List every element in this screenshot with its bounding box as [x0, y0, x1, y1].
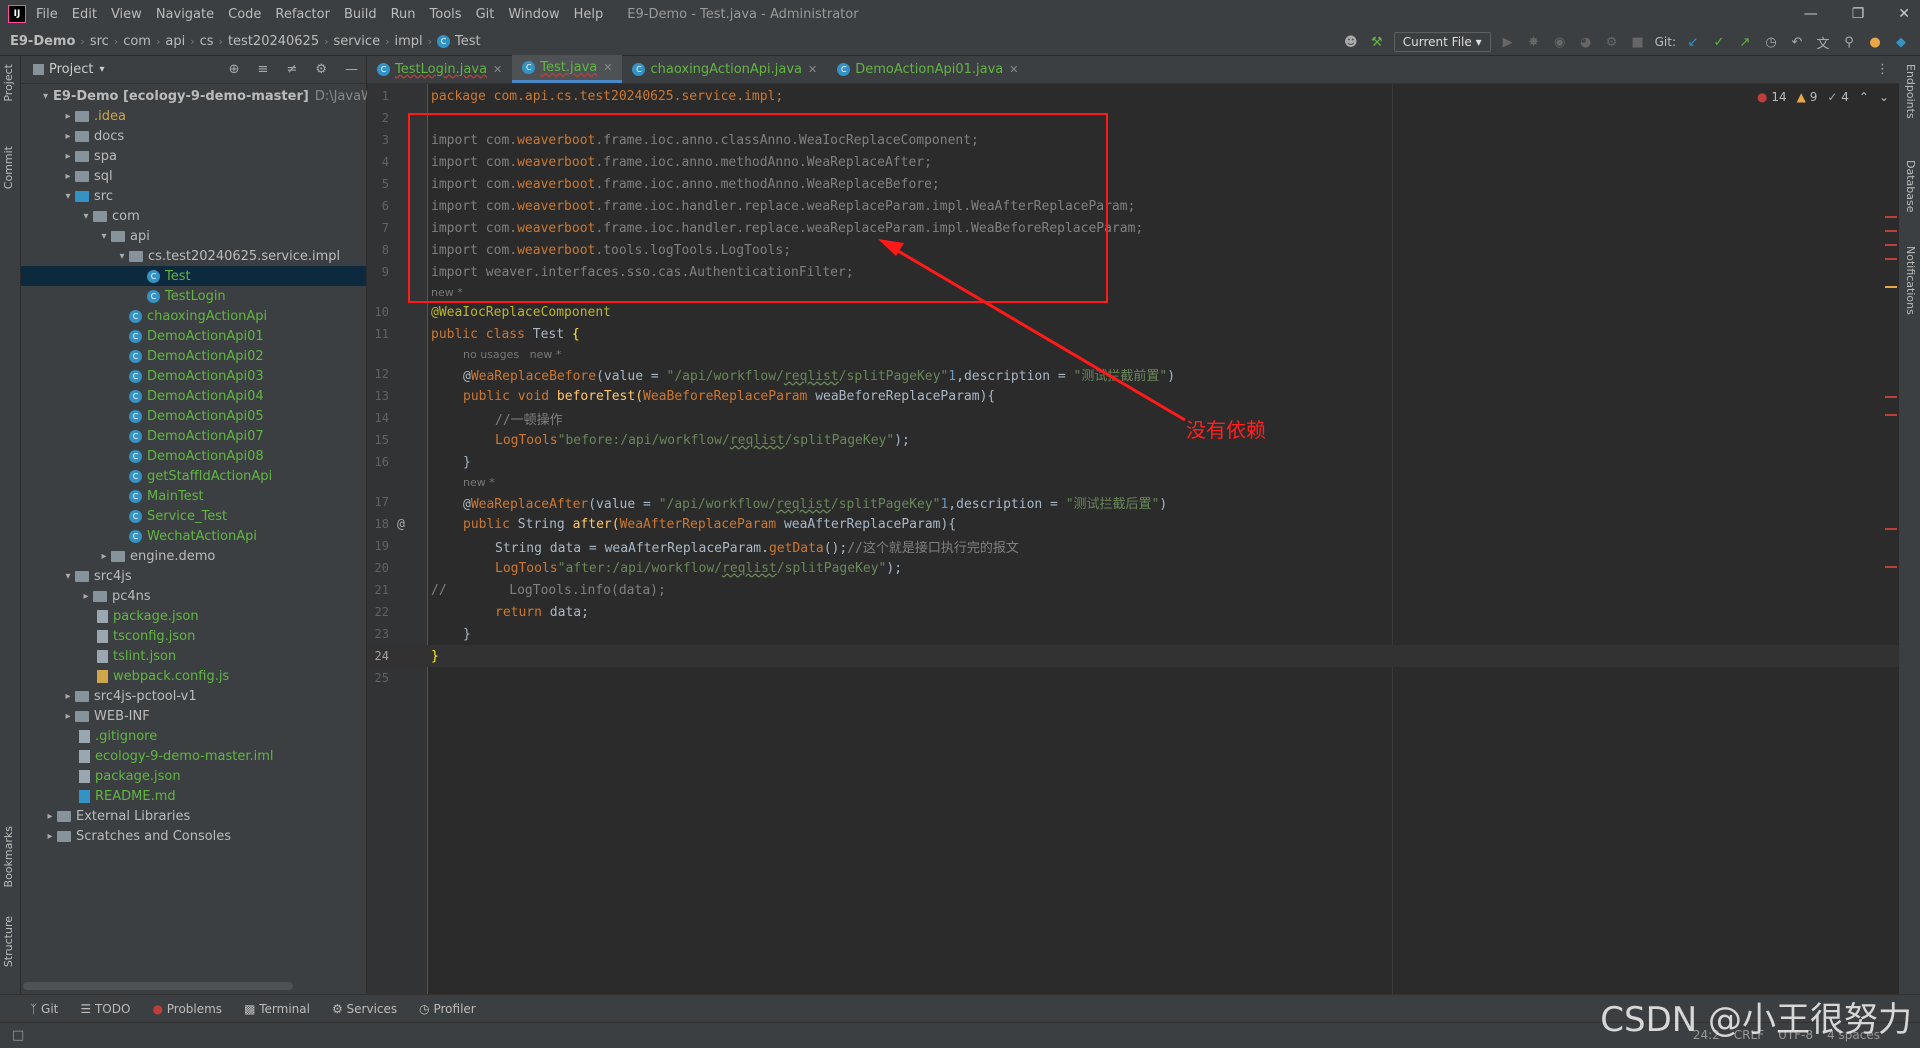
profiler-tool-button[interactable]: ◷ Profiler: [419, 1002, 476, 1016]
csdn-watermark: CSDN @小王很努力: [1600, 1000, 1912, 1040]
services-tool-label: Services: [346, 1001, 398, 1016]
profiler-icon: ◷: [419, 1001, 430, 1016]
status-toggle-icon[interactable]: □: [12, 1028, 24, 1043]
git-tool-label: Git: [41, 1001, 59, 1016]
error-icon: ●: [152, 1001, 163, 1016]
services-icon: ⚙: [331, 1001, 343, 1016]
annotation-arrow: [878, 239, 1186, 422]
todo-tool-label: TODO: [94, 1001, 131, 1016]
git-branch-icon: ᛉ: [30, 1001, 38, 1016]
terminal-tool-button[interactable]: ▩ Terminal: [244, 1002, 310, 1016]
arrow-line: [892, 246, 1186, 422]
list-icon: ☰: [80, 1001, 92, 1016]
todo-tool-button[interactable]: ☰ TODO: [80, 1002, 130, 1016]
terminal-tool-label: Terminal: [259, 1001, 310, 1016]
services-tool-button[interactable]: ⚙ Services: [332, 1002, 397, 1016]
git-tool-button[interactable]: ᛉ Git: [30, 1002, 58, 1016]
terminal-icon: ▩: [244, 1001, 256, 1016]
problems-tool-button[interactable]: ● Problems: [152, 1002, 222, 1016]
problems-tool-label: Problems: [166, 1001, 223, 1016]
profiler-tool-label: Profiler: [433, 1001, 476, 1016]
annotation-text: 没有依赖: [1186, 418, 1266, 442]
